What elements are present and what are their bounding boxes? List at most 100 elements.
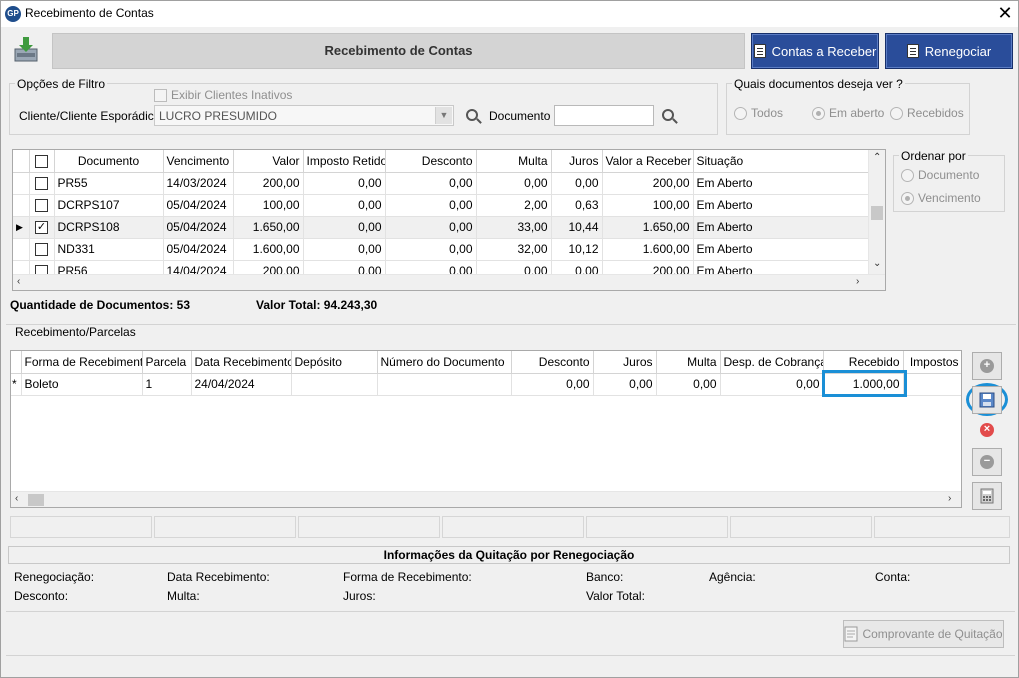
radio-recebidos-circle[interactable] — [890, 106, 903, 120]
col-data-recebimento[interactable]: Data Recebimento — [191, 351, 292, 374]
cliente-select[interactable]: LUCRO PRESUMIDO ▼ — [154, 105, 454, 126]
scroll-left-icon[interactable]: ‹ — [17, 276, 20, 287]
parcela-cell[interactable] — [377, 373, 512, 396]
parcela-cell[interactable]: Boleto — [21, 373, 143, 396]
parcelas-scroll-left-icon[interactable]: ‹ — [15, 493, 18, 504]
parcela-cell[interactable]: 24/04/2024 — [191, 373, 292, 396]
select-all-header[interactable] — [29, 150, 55, 173]
download-icon — [11, 35, 41, 65]
select-all-checkbox[interactable] — [35, 154, 48, 168]
parcelas-body: * Boleto 1 24/04/2024 0,00 0,00 0,00 0,00 1.000,… — [11, 373, 961, 396]
desconto-label: Desconto: — [14, 589, 69, 603]
col-p-multa[interactable]: Multa — [656, 351, 721, 374]
parcela-cell[interactable] — [903, 373, 961, 396]
cliente-search-icon[interactable] — [466, 109, 478, 121]
parcela-cell[interactable]: 0,00 — [656, 373, 721, 396]
table-cell: 05/04/2024 — [163, 194, 234, 217]
radio-em-aberto[interactable]: Em aberto — [812, 106, 884, 120]
minus-icon: − — [980, 455, 994, 469]
parcelas-horizontal-scrollbar[interactable]: ‹ › — [11, 491, 961, 507]
table-cell: 0,00 — [476, 172, 552, 195]
radio-recebidos[interactable]: Recebidos — [890, 106, 964, 120]
row-checkbox[interactable] — [35, 177, 48, 191]
scroll-right-icon[interactable]: › — [856, 276, 859, 287]
radio-todos[interactable]: Todos — [734, 106, 783, 120]
table-cell: 0,00 — [385, 238, 477, 261]
ordenar-vencimento-circle[interactable] — [901, 191, 914, 205]
receipt-icon — [844, 626, 858, 642]
col-documento[interactable]: Documento — [54, 150, 164, 173]
col-p-juros[interactable]: Juros — [593, 351, 657, 374]
row-select-cell[interactable] — [29, 194, 55, 217]
table-row[interactable]: ND331 05/04/2024 1.600,00 0,00 0,00 32,00 10,1… — [13, 238, 869, 261]
parcelas-scroll-right-icon[interactable]: › — [948, 493, 951, 504]
col-vencimento[interactable]: Vencimento — [163, 150, 234, 173]
comprovante-button[interactable]: Comprovante de Quitação — [843, 620, 1004, 648]
table-row[interactable]: PR55 14/03/2024 200,00 0,00 0,00 0,00 0,00 200,… — [13, 172, 869, 195]
documento-search-icon[interactable] — [662, 109, 674, 121]
table-row[interactable]: ▶ ✓ DCRPS108 05/04/2024 1.650,00 0,00 0,00 33,0… — [13, 216, 869, 239]
col-desconto[interactable]: Desconto — [385, 150, 477, 173]
table-cell: DCRPS108 — [54, 216, 164, 239]
col-imposto-retido[interactable]: Imposto Retido — [303, 150, 386, 173]
exibir-inativos-option[interactable]: Exibir Clientes Inativos — [154, 88, 292, 102]
documents-horizontal-scrollbar[interactable]: ‹ › — [13, 274, 885, 290]
col-p-desconto[interactable]: Desconto — [511, 351, 594, 374]
exibir-inativos-checkbox[interactable] — [154, 88, 167, 102]
col-forma-recebimento[interactable]: Forma de Recebimento — [21, 351, 143, 374]
row-select-cell[interactable] — [29, 172, 55, 195]
table-cell: Em Aberto — [693, 238, 869, 261]
table-cell: 0,00 — [303, 172, 386, 195]
renegociar-button[interactable]: Renegociar — [885, 33, 1013, 69]
title-bar: GP Recebimento de Contas ✕ — [1, 1, 1018, 27]
table-cell: 32,00 — [476, 238, 552, 261]
cancel-button[interactable]: × — [972, 416, 1002, 444]
table-cell: 1.600,00 — [233, 238, 304, 261]
documento-input[interactable] — [554, 105, 654, 126]
contas-a-receber-button[interactable]: Contas a Receber — [751, 33, 879, 69]
col-juros[interactable]: Juros — [551, 150, 603, 173]
table-cell: 0,00 — [303, 194, 386, 217]
scroll-up-icon[interactable]: ⌃ — [873, 152, 881, 163]
parcela-cell[interactable] — [291, 373, 378, 396]
parcela-cell[interactable]: 1 — [142, 373, 192, 396]
radio-em-aberto-circle[interactable] — [812, 106, 825, 120]
ordenar-vencimento[interactable]: Vencimento — [901, 191, 981, 205]
parcelas-scroll-thumb[interactable] — [28, 494, 44, 506]
row-checkbox[interactable]: ✓ — [35, 221, 48, 235]
chevron-down-icon[interactable]: ▼ — [435, 107, 452, 124]
ordenar-documento-circle[interactable] — [901, 168, 914, 182]
row-checkbox[interactable] — [35, 199, 48, 213]
col-numero-documento[interactable]: Número do Documento — [377, 351, 512, 374]
col-desp-cobranca[interactable]: Desp. de Cobrança — [720, 351, 824, 374]
row-checkbox[interactable] — [35, 243, 48, 257]
scroll-thumb[interactable] — [871, 206, 883, 220]
col-impostos[interactable]: Impostos — [903, 351, 961, 374]
row-select-cell[interactable] — [29, 238, 55, 261]
col-parcela[interactable]: Parcela — [142, 351, 192, 374]
status-cell — [154, 516, 296, 538]
parcela-cell[interactable]: 0,00 — [720, 373, 824, 396]
row-select-cell[interactable]: ✓ — [29, 216, 55, 239]
parcela-cell[interactable]: 0,00 — [593, 373, 657, 396]
ordenar-documento[interactable]: Documento — [901, 168, 979, 182]
table-row[interactable]: DCRPS107 05/04/2024 100,00 0,00 0,00 2,00 0,63… — [13, 194, 869, 217]
col-multa[interactable]: Multa — [476, 150, 552, 173]
add-parcela-button[interactable]: + — [972, 352, 1002, 380]
parcela-row[interactable]: * Boleto 1 24/04/2024 0,00 0,00 0,00 0,00 1.000,… — [11, 373, 961, 396]
parcela-cell[interactable]: 0,00 — [511, 373, 594, 396]
save-button[interactable] — [972, 386, 1002, 414]
remove-parcela-button[interactable]: − — [972, 448, 1002, 476]
app-logo-icon: GP — [5, 6, 21, 22]
recebido-highlight — [822, 370, 907, 397]
col-situacao[interactable]: Situação — [693, 150, 869, 173]
calculator-button[interactable] — [972, 482, 1002, 510]
close-icon[interactable]: ✕ — [995, 3, 1015, 24]
col-valor-a-receber[interactable]: Valor a Receber — [602, 150, 694, 173]
documents-vertical-scrollbar[interactable]: ⌃ ⌄ — [868, 150, 885, 274]
col-valor[interactable]: Valor — [233, 150, 304, 173]
table-cell: 0,00 — [303, 238, 386, 261]
col-deposito[interactable]: Depósito — [291, 351, 378, 374]
radio-todos-circle[interactable] — [734, 106, 747, 120]
scroll-down-icon[interactable]: ⌄ — [873, 258, 881, 269]
